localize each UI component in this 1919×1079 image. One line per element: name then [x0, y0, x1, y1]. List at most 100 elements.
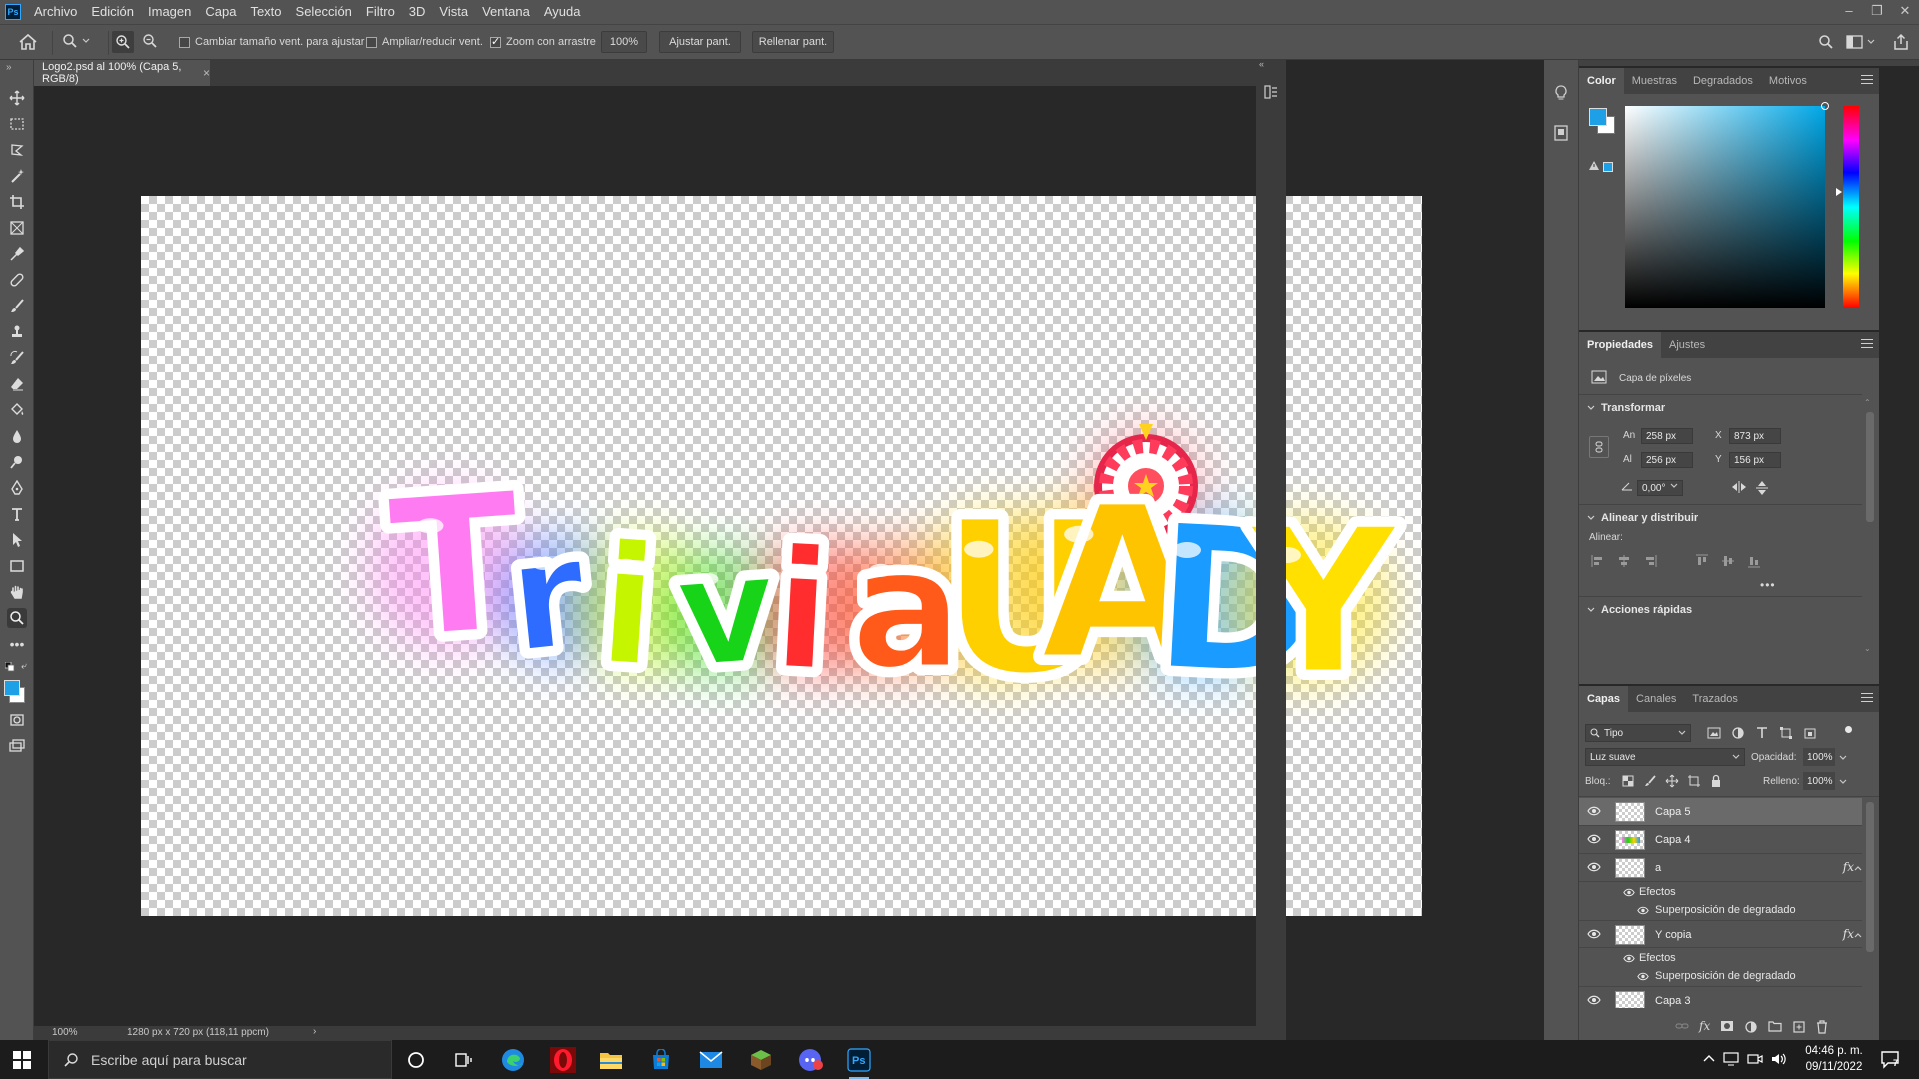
- effect-row[interactable]: Superposición de degradado: [1579, 900, 1862, 922]
- visibility-eye-icon[interactable]: [1587, 834, 1601, 844]
- more-tools-icon[interactable]: •••: [7, 634, 27, 654]
- type-tool-icon[interactable]: [7, 504, 27, 524]
- chevron-up-icon[interactable]: [1854, 864, 1862, 872]
- swap-colors-icon[interactable]: ⤶: [21, 661, 27, 672]
- eraser-tool-icon[interactable]: [7, 374, 27, 394]
- zoom-out-icon[interactable]: [142, 33, 158, 49]
- task-view-icon[interactable]: [450, 1047, 476, 1073]
- lock-artboard-icon[interactable]: [1687, 774, 1701, 788]
- delete-layer-icon[interactable]: [1816, 1020, 1828, 1034]
- filter-smart-object-icon[interactable]: [1803, 726, 1817, 740]
- new-layer-icon[interactable]: [1792, 1020, 1806, 1034]
- brush-tool-icon[interactable]: [7, 296, 27, 316]
- visibility-eye-icon[interactable]: [1623, 888, 1635, 897]
- align-top-icon[interactable]: [1695, 554, 1709, 568]
- layer-name[interactable]: a: [1655, 862, 1661, 874]
- layers-scrollbar-thumb[interactable]: [1866, 802, 1874, 952]
- menu-texto[interactable]: Texto: [243, 0, 288, 24]
- chevron-up-icon[interactable]: [1854, 931, 1862, 939]
- hue-slider-handle[interactable]: [1836, 188, 1842, 196]
- screen-mode-icon[interactable]: [7, 736, 27, 756]
- gamut-color-chip[interactable]: [1603, 162, 1613, 172]
- paint-bucket-tool-icon[interactable]: [7, 400, 27, 420]
- filter-type-icon[interactable]: [1755, 726, 1769, 740]
- menu-ayuda[interactable]: Ayuda: [537, 0, 588, 24]
- x-field[interactable]: 873 px: [1729, 428, 1781, 444]
- quick-mask-icon[interactable]: [7, 710, 27, 730]
- scrubby-zoom-box[interactable]: [490, 35, 501, 48]
- zoom-all-box[interactable]: [366, 36, 377, 48]
- link-layers-icon[interactable]: [1675, 1020, 1689, 1032]
- collapse-toolbar-icon[interactable]: »: [6, 62, 12, 73]
- filter-toggle-icon[interactable]: [1845, 726, 1852, 733]
- marquee-tool-icon[interactable]: [7, 114, 27, 134]
- zoom-tool-preset[interactable]: [62, 33, 90, 49]
- notification-center-icon[interactable]: 7: [1880, 1050, 1902, 1070]
- quick-actions-section-header[interactable]: Acciones rápidas: [1587, 604, 1692, 616]
- frame-tool-icon[interactable]: [7, 218, 27, 238]
- discord-icon[interactable]: [798, 1047, 824, 1073]
- fill-field[interactable]: 100%: [1803, 772, 1835, 790]
- taskbar-search-box[interactable]: Escribe aquí para buscar: [48, 1040, 392, 1079]
- filter-adjustment-icon[interactable]: [1731, 726, 1745, 740]
- link-dimensions-icon[interactable]: [1589, 436, 1609, 458]
- new-group-icon[interactable]: [1768, 1020, 1782, 1032]
- menu-vista[interactable]: Vista: [432, 0, 475, 24]
- edge-browser-icon[interactable]: [500, 1047, 526, 1073]
- blend-mode-select[interactable]: Luz suave: [1585, 748, 1745, 766]
- foreground-color-swatch[interactable]: [4, 680, 20, 696]
- new-fill-layer-icon[interactable]: [1744, 1020, 1758, 1034]
- close-icon[interactable]: ✕: [1891, 0, 1919, 24]
- tab-capas[interactable]: Capas: [1579, 686, 1629, 712]
- flip-horizontal-icon[interactable]: [1731, 480, 1747, 494]
- zoom-in-icon[interactable]: [112, 31, 134, 53]
- hue-slider[interactable]: [1843, 106, 1859, 308]
- layer-row[interactable]: Y copia fx: [1579, 920, 1862, 948]
- dodge-tool-icon[interactable]: [7, 452, 27, 472]
- cortana-icon[interactable]: [403, 1047, 429, 1073]
- minimize-icon[interactable]: –: [1835, 0, 1863, 24]
- tab-canales[interactable]: Canales: [1628, 686, 1684, 712]
- lock-pixels-icon[interactable]: [1643, 774, 1657, 788]
- layers-panel-menu-icon[interactable]: [1861, 693, 1873, 705]
- fx-icon[interactable]: fx: [1843, 927, 1854, 941]
- layer-name[interactable]: Y copia: [1655, 929, 1692, 941]
- layer-name[interactable]: Capa 3: [1655, 995, 1690, 1007]
- chevron-up-icon[interactable]: [1703, 1054, 1715, 1064]
- chevron-down-icon[interactable]: [1839, 754, 1847, 762]
- chevron-down-icon[interactable]: [1670, 482, 1678, 490]
- layer-row[interactable]: a fx: [1579, 854, 1862, 882]
- menu-capa[interactable]: Capa: [198, 0, 243, 24]
- learn-bulb-icon[interactable]: [1552, 84, 1570, 102]
- lock-transparent-icon[interactable]: [1621, 774, 1635, 788]
- history-panel-icon[interactable]: [1263, 84, 1279, 100]
- meet-now-icon[interactable]: [1747, 1052, 1763, 1066]
- crop-tool-icon[interactable]: [7, 192, 27, 212]
- lock-all-icon[interactable]: [1709, 774, 1723, 788]
- tab-muestras[interactable]: Muestras: [1624, 68, 1685, 94]
- clock[interactable]: 04:46 p. m. 09/11/2022: [1804, 1043, 1864, 1075]
- layer-row[interactable]: Capa 5: [1579, 798, 1862, 826]
- visibility-eye-icon[interactable]: [1587, 862, 1601, 872]
- clone-stamp-tool-icon[interactable]: [7, 322, 27, 342]
- visibility-eye-icon[interactable]: [1587, 806, 1601, 816]
- out-of-gamut-warning-icon[interactable]: [1588, 160, 1600, 171]
- restore-icon[interactable]: ❐: [1863, 0, 1891, 24]
- effect-row[interactable]: Superposición de degradado: [1579, 966, 1862, 988]
- tab-ajustes[interactable]: Ajustes: [1661, 332, 1713, 358]
- color-panel-menu-icon[interactable]: [1861, 75, 1873, 87]
- scroll-up-icon[interactable]: ⌃: [1864, 398, 1874, 407]
- more-align-options-icon[interactable]: •••: [1760, 578, 1776, 592]
- path-selection-tool-icon[interactable]: [7, 530, 27, 550]
- properties-scrollbar-thumb[interactable]: [1866, 412, 1874, 522]
- menu-3d[interactable]: 3D: [402, 0, 433, 24]
- home-icon[interactable]: [18, 33, 38, 51]
- status-zoom[interactable]: 100%: [52, 1027, 78, 1038]
- layer-name[interactable]: Capa 4: [1655, 834, 1690, 846]
- rectangle-tool-icon[interactable]: [7, 556, 27, 576]
- align-center-h-icon[interactable]: [1617, 554, 1631, 568]
- network-icon[interactable]: [1723, 1052, 1739, 1066]
- fit-screen-button[interactable]: Ajustar pant.: [659, 31, 741, 53]
- visibility-eye-icon[interactable]: [1587, 929, 1601, 939]
- tab-propiedades[interactable]: Propiedades: [1579, 332, 1662, 358]
